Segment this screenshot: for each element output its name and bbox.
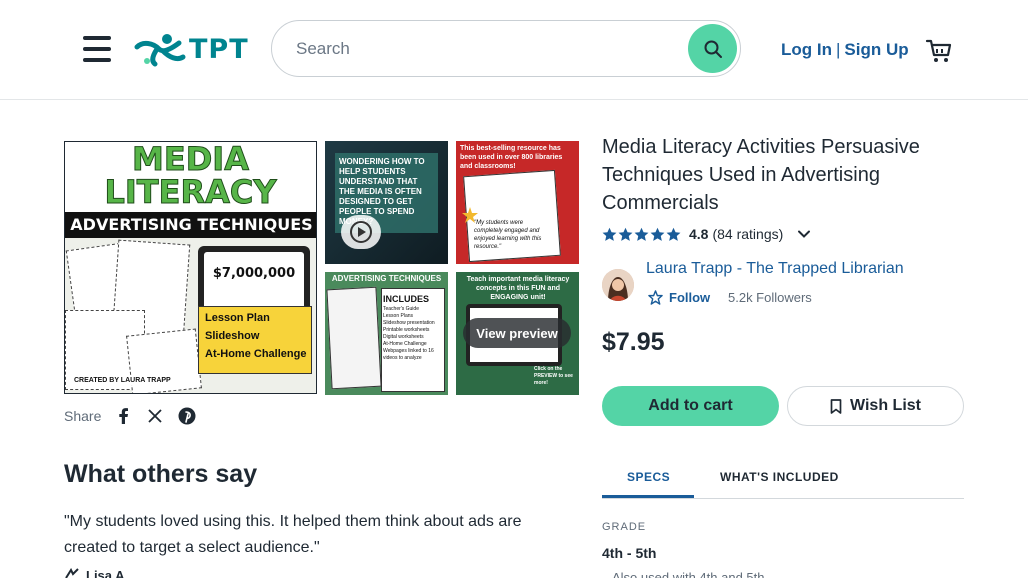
active-tab-indicator	[602, 495, 694, 498]
add-to-cart-button[interactable]: Add to cart	[602, 386, 779, 426]
reviewer-icon	[65, 568, 79, 578]
share-label: Share	[64, 408, 102, 424]
includes-item: Teacher's Guide	[383, 306, 419, 312]
x-twitter-icon[interactable]	[145, 406, 165, 426]
star-icon	[634, 227, 649, 241]
view-preview-button[interactable]: View preview	[463, 318, 571, 348]
star-icon	[602, 227, 617, 241]
main-image-credit: CREATED BY LAURA TRAPP	[71, 376, 174, 385]
star-burst-icon	[462, 207, 478, 223]
thumbnail-video[interactable]: Wondering how to help students understan…	[325, 141, 448, 264]
bookmark-icon	[830, 398, 842, 414]
main-image-box-line-2: Slideshow	[205, 330, 260, 342]
review-quote: "My students loved using this. It helped…	[64, 513, 522, 556]
reviewer: Lisa A.	[64, 568, 128, 578]
star-outline-icon	[648, 290, 663, 305]
thumbnail-preview-text: Teach important media literacy concepts …	[466, 276, 570, 301]
followers-count: 5.2k Followers	[728, 290, 812, 305]
logo-mark-icon	[134, 34, 186, 67]
search-input[interactable]	[296, 35, 696, 63]
grade-note: Also used with 4th and 5th	[612, 570, 765, 578]
facebook-icon[interactable]	[113, 406, 133, 426]
logo-text: TPT	[189, 33, 249, 65]
product-main-image[interactable]: MEDIA LITERACY ADVERTISING TECHNIQUES $7…	[64, 141, 317, 394]
star-icon	[618, 227, 633, 241]
login-link[interactable]: Log In	[781, 40, 832, 60]
main-image-price-tag: $7,000,000	[212, 266, 296, 281]
thumbnail-includes[interactable]: ADVERTISING TECHNIQUES INCLUDES Teacher'…	[325, 272, 448, 395]
thumbnail-preview-cta: Click on the PREVIEW to see more!	[534, 366, 573, 386]
chevron-down-icon[interactable]	[797, 227, 811, 241]
thumbnail-includes-list: Teacher's Guide Lesson Plans Slideshow p…	[383, 306, 443, 362]
includes-item: At-Home Challenge	[383, 341, 427, 347]
main-image-banner: ADVERTISING TECHNIQUES	[65, 212, 316, 238]
main-image-line1: MEDIA	[132, 141, 250, 178]
tab-specs[interactable]: SPECS	[627, 470, 670, 484]
includes-item: Slideshow presentation	[383, 320, 435, 326]
grade-value: 4th - 5th	[602, 545, 657, 561]
includes-item: Lesson Plans	[383, 313, 414, 319]
search-icon	[704, 40, 722, 58]
tpt-logo[interactable]: TPT	[133, 31, 249, 67]
what-others-say-heading: What others say	[64, 460, 258, 488]
wish-list-button[interactable]: Wish List	[787, 386, 964, 426]
rating-row[interactable]: 4.8 (84 ratings)	[602, 226, 811, 242]
site-header: TPT Log In | Sign Up	[0, 0, 1028, 100]
search-bar	[271, 20, 741, 77]
star-icon	[650, 227, 665, 241]
product-title: Media Literacy Activities Persuasive Tec…	[602, 136, 920, 214]
product-tabs: SPECS WHAT'S INCLUDED	[602, 462, 964, 499]
seller-avatar[interactable]	[602, 269, 634, 301]
search-button[interactable]	[688, 24, 737, 73]
reviewer-name: Lisa A.	[86, 568, 129, 578]
product-price: $7.95	[602, 328, 665, 356]
thumbnail-review-quote: "My students were completely engaged and…	[474, 220, 542, 250]
thumbnail-review-text: This best-selling resource has been used…	[460, 145, 563, 170]
star-icon	[666, 227, 681, 241]
main-image-line2: LITERACY	[104, 173, 277, 211]
main-image-box-line-1: Lesson Plan	[205, 312, 270, 324]
auth-separator: |	[835, 40, 841, 59]
tab-whats-included[interactable]: WHAT'S INCLUDED	[720, 470, 839, 484]
wish-list-label: Wish List	[850, 397, 921, 414]
thumbnail-includes-title: ADVERTISING TECHNIQUES	[331, 274, 442, 283]
signup-link[interactable]: Sign Up	[844, 40, 908, 60]
seller-name-link[interactable]: Laura Trapp - The Trapped Librarian	[646, 260, 904, 278]
main-image-box-line-3: At-Home Challenge	[205, 348, 307, 360]
includes-item: Printable worksheets	[383, 327, 430, 333]
star-rating	[602, 227, 681, 242]
rating-score: 4.8	[689, 226, 709, 242]
rating-count: (84 ratings)	[712, 226, 784, 242]
menu-icon[interactable]	[83, 36, 111, 62]
cart-icon[interactable]	[925, 37, 953, 65]
includes-item: Webpages linked to 16 videos to analyze	[383, 348, 434, 361]
auth-links: Log In | Sign Up	[781, 40, 909, 60]
share-row: Share	[64, 406, 197, 426]
follow-label: Follow	[669, 290, 711, 305]
thumbnail-includes-heading: INCLUDES	[383, 294, 430, 304]
follow-button[interactable]: Follow	[648, 290, 710, 305]
pinterest-icon[interactable]	[177, 406, 197, 426]
play-icon[interactable]	[341, 215, 381, 249]
grade-label: GRADE	[602, 521, 647, 533]
includes-item: Digital worksheets	[383, 334, 424, 340]
thumbnail-review[interactable]: This best-selling resource has been used…	[456, 141, 579, 264]
